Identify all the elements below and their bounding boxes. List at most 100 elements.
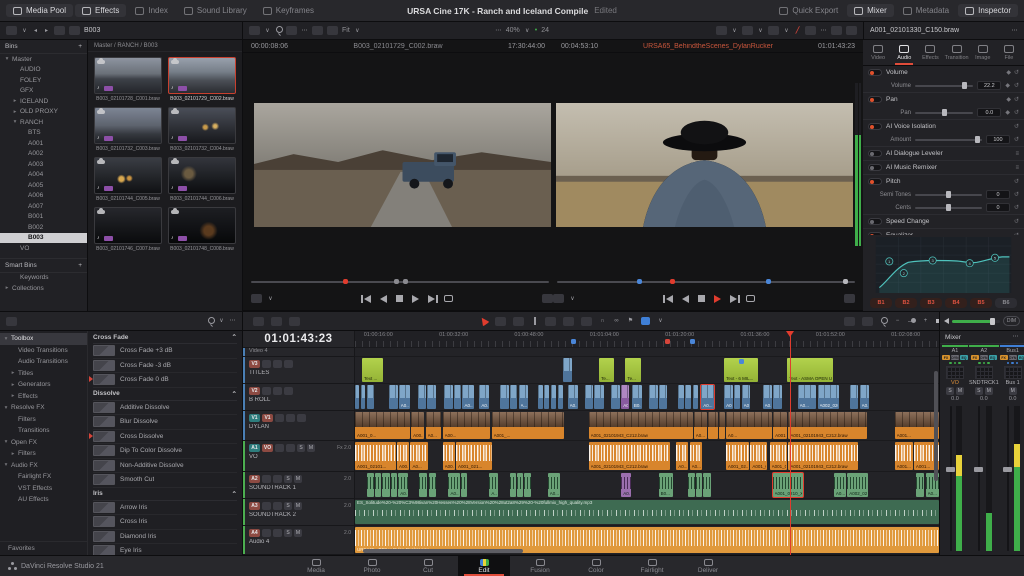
dyn-badge[interactable]: DYN	[980, 355, 988, 360]
timeline-clip[interactable]: A00...	[411, 412, 424, 439]
source-scrub-bar[interactable]	[251, 281, 549, 283]
more-options-icon[interactable]: ⋯	[820, 26, 827, 35]
timeline-clip[interactable]: A00...	[397, 442, 409, 470]
timeline-clip[interactable]	[611, 385, 620, 409]
toolbox-nav-effects[interactable]: ▸Effects	[0, 391, 87, 403]
reset-icon[interactable]: ↺	[1014, 109, 1019, 116]
bin-a007[interactable]: A007	[0, 201, 87, 212]
timeline-clip[interactable]	[649, 385, 658, 409]
collapse-icon[interactable]: ⌃	[232, 390, 237, 398]
timeline-clip[interactable]	[538, 385, 543, 409]
panel-button-inspector[interactable]: Inspector	[958, 4, 1018, 17]
transition-diamond-iris[interactable]: Diamond Iris	[93, 530, 237, 545]
fx-badge[interactable]: FX	[971, 355, 979, 360]
track-badge-v2[interactable]: V2	[249, 387, 260, 395]
transition-cross-fade-3-db[interactable]: Cross Fade -3 dB	[93, 359, 237, 374]
track-lane-V2[interactable]: A0...A0...A0...A...A0...A0...B0...A0...A…	[355, 384, 939, 411]
timeline-clip[interactable]	[773, 385, 782, 409]
toolbox-nav-open-fx[interactable]: ▾Open FX	[0, 437, 87, 449]
timeline-clip[interactable]: A001_02101943_C212.braw	[788, 442, 858, 470]
ai-music-remixer-toggle[interactable]	[868, 164, 882, 171]
timeline-clip[interactable]	[454, 385, 461, 409]
fader-knob[interactable]	[1003, 467, 1012, 472]
timeline-clip[interactable]: A0...	[621, 473, 630, 497]
media-clip[interactable]: ♪B003_02101746_C007.braw	[94, 207, 162, 252]
timeline-clip[interactable]: A0...	[724, 385, 733, 409]
eq-badge[interactable]: EQ	[960, 355, 968, 360]
replace-clip-icon[interactable]	[581, 317, 592, 326]
timeline-clip[interactable]: A001_021...	[456, 442, 492, 470]
toolbox-nav-resolve-fx[interactable]: ▾Resolve FX	[0, 402, 87, 414]
tab-effects[interactable]: Effects	[917, 40, 943, 65]
panel-button-sound-library[interactable]: Sound Library	[177, 4, 254, 17]
chevron-down-icon[interactable]: ∨	[354, 26, 361, 35]
fx-badge[interactable]: FX	[942, 355, 950, 360]
toolbox-nav-filters[interactable]: ▸Filters	[0, 448, 87, 460]
timeline-clip[interactable]: A001...	[895, 442, 913, 470]
search-icon[interactable]	[207, 317, 214, 326]
transition-cross-fade-3-db[interactable]: Cross Fade +3 dB	[93, 344, 237, 359]
trim-edit-mode-icon[interactable]	[495, 317, 506, 326]
track-header-V2[interactable]: V2B ROLL	[243, 384, 355, 411]
bin-a001[interactable]: A001	[0, 138, 87, 149]
timeline-clip[interactable]	[696, 473, 702, 497]
solo-button[interactable]: S	[297, 444, 305, 452]
media-clip[interactable]: ♪B003_02101748_C008.braw	[168, 207, 236, 252]
solo-button[interactable]: S	[284, 502, 292, 510]
timeline-clip[interactable]	[703, 473, 711, 497]
match-frame-icon[interactable]	[542, 294, 553, 303]
timeline-clip[interactable]	[517, 473, 523, 497]
reset-icon[interactable]: ↺	[1014, 218, 1019, 225]
semi-tones-value[interactable]: 0	[986, 190, 1010, 199]
bin-a004[interactable]: A004	[0, 170, 87, 181]
keyframe-icon[interactable]: ◆	[1006, 69, 1011, 76]
track-lane-A3[interactable]: ES_Solitude%20-%20%C3%98ivan%20Hessen%20…	[355, 499, 939, 526]
page-tab-fairlight[interactable]: Fairlight	[626, 556, 678, 576]
toolbox-favorites[interactable]: Favorites	[0, 541, 87, 555]
panel-button-effects[interactable]: Effects	[75, 4, 126, 17]
timeline-clip[interactable]: Te...	[625, 358, 640, 382]
solo-button[interactable]: S	[975, 387, 983, 395]
timeline-clip[interactable]	[678, 385, 684, 409]
play-reverse-button[interactable]	[380, 295, 387, 303]
pan-pad[interactable]	[975, 366, 993, 379]
fader[interactable]	[969, 404, 999, 555]
eq-band-b4[interactable]: B4	[945, 298, 967, 308]
timeline-clip[interactable]: A00...	[443, 442, 455, 470]
reset-icon[interactable]: ↺	[1014, 204, 1019, 211]
zoom-full-icon[interactable]	[844, 317, 855, 326]
fader-knob[interactable]	[974, 467, 983, 472]
timeline-clip[interactable]: A001_0...	[355, 412, 410, 439]
track-lane-V3[interactable]: Text ...Te...Te...Text - 6 MIL...Text - …	[355, 357, 939, 384]
timeline-clip[interactable]	[708, 412, 718, 439]
timeline-clip[interactable]: A0...	[690, 442, 702, 470]
timeline-v-scrollbar[interactable]	[934, 371, 938, 481]
play-button[interactable]	[412, 295, 419, 303]
play-button[interactable]	[714, 295, 721, 303]
auto-select-icon[interactable]	[286, 444, 295, 452]
eq-badge[interactable]: EQ	[989, 355, 997, 360]
timeline-clip[interactable]: Text - 6 MIL...	[724, 358, 758, 382]
track-badge-a4[interactable]: A4	[249, 529, 260, 537]
timeline-clip[interactable]: A001...	[895, 412, 939, 439]
lock-icon[interactable]	[262, 387, 271, 395]
track-header-A4[interactable]: A4SM2.0Audio 4	[243, 526, 355, 555]
go-to-first-frame-button[interactable]	[666, 295, 673, 303]
bin-a006[interactable]: A006	[0, 191, 87, 202]
timeline-clip[interactable]: A001_02101943_C212.braw	[589, 412, 693, 439]
chevron-down-icon[interactable]: ∨	[218, 317, 225, 326]
mute-button[interactable]: M	[956, 387, 964, 395]
timeline-clip[interactable]: A001_0210_XXI...	[773, 473, 803, 497]
zoom-in-icon[interactable]: +	[922, 317, 929, 326]
track-badge-a3[interactable]: A3	[249, 502, 260, 510]
stop-button[interactable]	[698, 295, 705, 302]
ai-dialogue-leveler-toggle[interactable]	[868, 150, 882, 157]
page-tab-photo[interactable]: Photo	[346, 556, 398, 576]
more-options-icon[interactable]: ⋯	[1012, 333, 1019, 342]
timeline-clip[interactable]: ES_Solitude%20-%20%C3%98ivan%20Hessen%20…	[355, 500, 939, 524]
cents-value[interactable]: 0	[986, 203, 1010, 212]
timeline-clip[interactable]: A0...	[398, 473, 408, 497]
fader[interactable]	[942, 404, 968, 555]
timeline-name[interactable]: URSA65_BehindtheScenes_DylanRucker	[643, 43, 773, 50]
timeline-clip[interactable]: Text - ASMA OPEN U...	[787, 358, 833, 382]
